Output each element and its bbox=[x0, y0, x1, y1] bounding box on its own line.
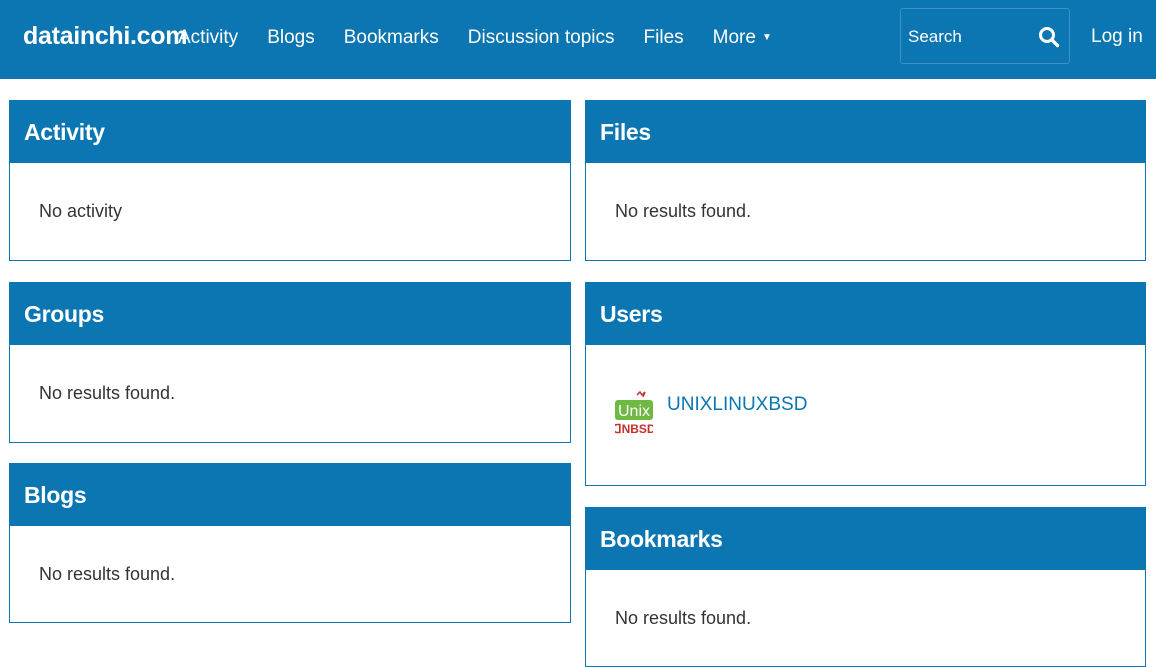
site-brand-link[interactable]: datainchi.com bbox=[23, 22, 188, 51]
users-panel-title: Users bbox=[586, 283, 1145, 345]
nav-blogs[interactable]: Blogs bbox=[267, 26, 315, 50]
nav-more-dropdown[interactable]: More ▼ bbox=[713, 26, 772, 50]
activity-panel: Activity No activity bbox=[9, 100, 571, 261]
search-form bbox=[900, 8, 1070, 64]
user-avatar[interactable]: Unix ᗡNBSD bbox=[615, 391, 653, 437]
top-navbar: datainchi.com Activity Blogs Bookmarks D… bbox=[0, 0, 1156, 79]
users-list: Unix ᗡNBSD UNIXLINUXBSD bbox=[586, 345, 1145, 437]
files-panel-title: Files bbox=[586, 101, 1145, 163]
chevron-down-icon: ▼ bbox=[761, 32, 772, 43]
groups-empty-text: No results found. bbox=[39, 383, 176, 403]
bookmarks-empty-text: No results found. bbox=[615, 608, 752, 628]
avatar-logo-text-top: Unix bbox=[618, 403, 650, 420]
user-name-link[interactable]: UNIXLINUXBSD bbox=[667, 394, 807, 416]
files-empty-text: No results found. bbox=[615, 201, 752, 221]
user-item: Unix ᗡNBSD UNIXLINUXBSD bbox=[615, 391, 1145, 437]
main-nav: Activity Blogs Bookmarks Discussion topi… bbox=[178, 26, 801, 50]
users-panel: Users Unix ᗡNBSD UNIXLINUXBSD bbox=[585, 282, 1146, 486]
blogs-empty-text: No results found. bbox=[39, 564, 176, 584]
blogs-panel-title: Blogs bbox=[10, 464, 570, 526]
blogs-panel: Blogs No results found. bbox=[9, 463, 571, 623]
files-panel: Files No results found. bbox=[585, 100, 1146, 261]
avatar-logo-text-bottom: ᗡNBSD bbox=[615, 422, 653, 436]
activity-empty-text: No activity bbox=[39, 201, 123, 221]
search-icon[interactable] bbox=[1038, 26, 1060, 48]
bookmarks-panel-title: Bookmarks bbox=[586, 508, 1145, 570]
nav-bookmarks[interactable]: Bookmarks bbox=[344, 26, 439, 50]
nav-files[interactable]: Files bbox=[644, 26, 684, 50]
nav-discussion-topics[interactable]: Discussion topics bbox=[468, 26, 615, 50]
activity-panel-title: Activity bbox=[10, 101, 570, 163]
groups-panel: Groups No results found. bbox=[9, 282, 571, 443]
search-input[interactable] bbox=[908, 25, 1028, 49]
nav-more-label: More bbox=[712, 27, 756, 48]
bookmarks-panel: Bookmarks No results found. bbox=[585, 507, 1146, 667]
groups-panel-title: Groups bbox=[10, 283, 570, 345]
login-link[interactable]: Log in bbox=[1091, 26, 1143, 48]
nav-activity[interactable]: Activity bbox=[178, 26, 238, 50]
